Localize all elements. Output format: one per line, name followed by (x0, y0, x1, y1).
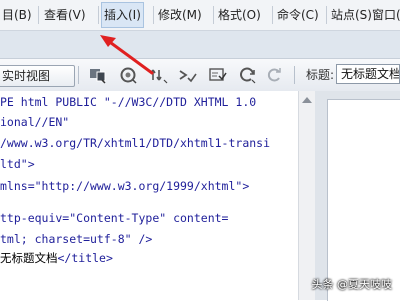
design-view (315, 91, 400, 301)
toolbar-separator (294, 66, 295, 84)
menu-separator (153, 6, 154, 24)
menu-item-site[interactable]: 站点(S) (331, 0, 372, 30)
watermark-text: 头条 @夏天吱吱 (311, 278, 393, 291)
menu-item-view[interactable]: 查看(V) (44, 0, 86, 30)
menu-separator (272, 6, 273, 24)
design-canvas[interactable] (327, 99, 400, 301)
menu-separator (38, 6, 39, 24)
title-label: 标题: (306, 68, 335, 82)
code-line: PE html PUBLIC "-//W3C//DTD XHTML 1.0 (0, 95, 257, 109)
scroll-up-arrow-icon[interactable] (302, 97, 312, 103)
menu-item-project[interactable]: 目(B) (2, 0, 32, 30)
live-view-button[interactable]: 实时视图 (0, 65, 75, 87)
code-line: mlns="http://www.w3.org/1999/xhtml"> (0, 179, 250, 193)
code-view[interactable]: PE html PUBLIC "-//W3C//DTD XHTML 1.0 io… (0, 91, 298, 300)
menu-separator (326, 6, 327, 24)
menu-item-format[interactable]: 格式(O) (218, 0, 261, 30)
title-close-tag: </title> (57, 251, 113, 265)
code-scrollbar[interactable] (298, 91, 315, 300)
menu-item-insert[interactable]: 插入(I) (101, 2, 144, 28)
validate-icon[interactable] (178, 66, 198, 84)
menu-separator (98, 6, 99, 24)
title-input[interactable]: 无标题文档 (336, 64, 400, 84)
menu-bar: 目(B) 查看(V) 插入(I) 修改(M) 格式(O) 命令(C) 站点(S)… (0, 0, 400, 31)
document-tab-strip (0, 31, 400, 58)
code-line: ttp-equiv="Content-Type" content= (0, 211, 229, 225)
menu-item-commands[interactable]: 命令(C) (277, 0, 319, 30)
reload-icon[interactable] (265, 66, 285, 84)
code-line-title: 无标题文档</title> (0, 248, 113, 268)
code-line: ional//EN" (0, 115, 70, 129)
code-line: /www.w3.org/TR/xhtml1/DTD/xhtml1-transi (0, 136, 271, 150)
code-line: ltd"> (0, 157, 35, 171)
menu-item-modify[interactable]: 修改(M) (158, 0, 202, 30)
code-line: tml; charset=utf-8" /> (0, 232, 153, 246)
multiscreen-icon[interactable] (88, 66, 108, 84)
file-management-icon[interactable] (149, 66, 169, 84)
document-toolbar: 实时视图 标题: 无标题文档 (0, 58, 400, 92)
preview-browser-icon[interactable] (119, 66, 139, 84)
menu-item-window[interactable]: 窗口(W (372, 0, 400, 30)
title-text: 无标题文档 (0, 251, 58, 265)
visual-aids-icon[interactable] (208, 66, 228, 84)
refresh-icon[interactable] (238, 66, 258, 84)
toolbar-separator (78, 66, 79, 84)
menu-separator (213, 6, 214, 24)
